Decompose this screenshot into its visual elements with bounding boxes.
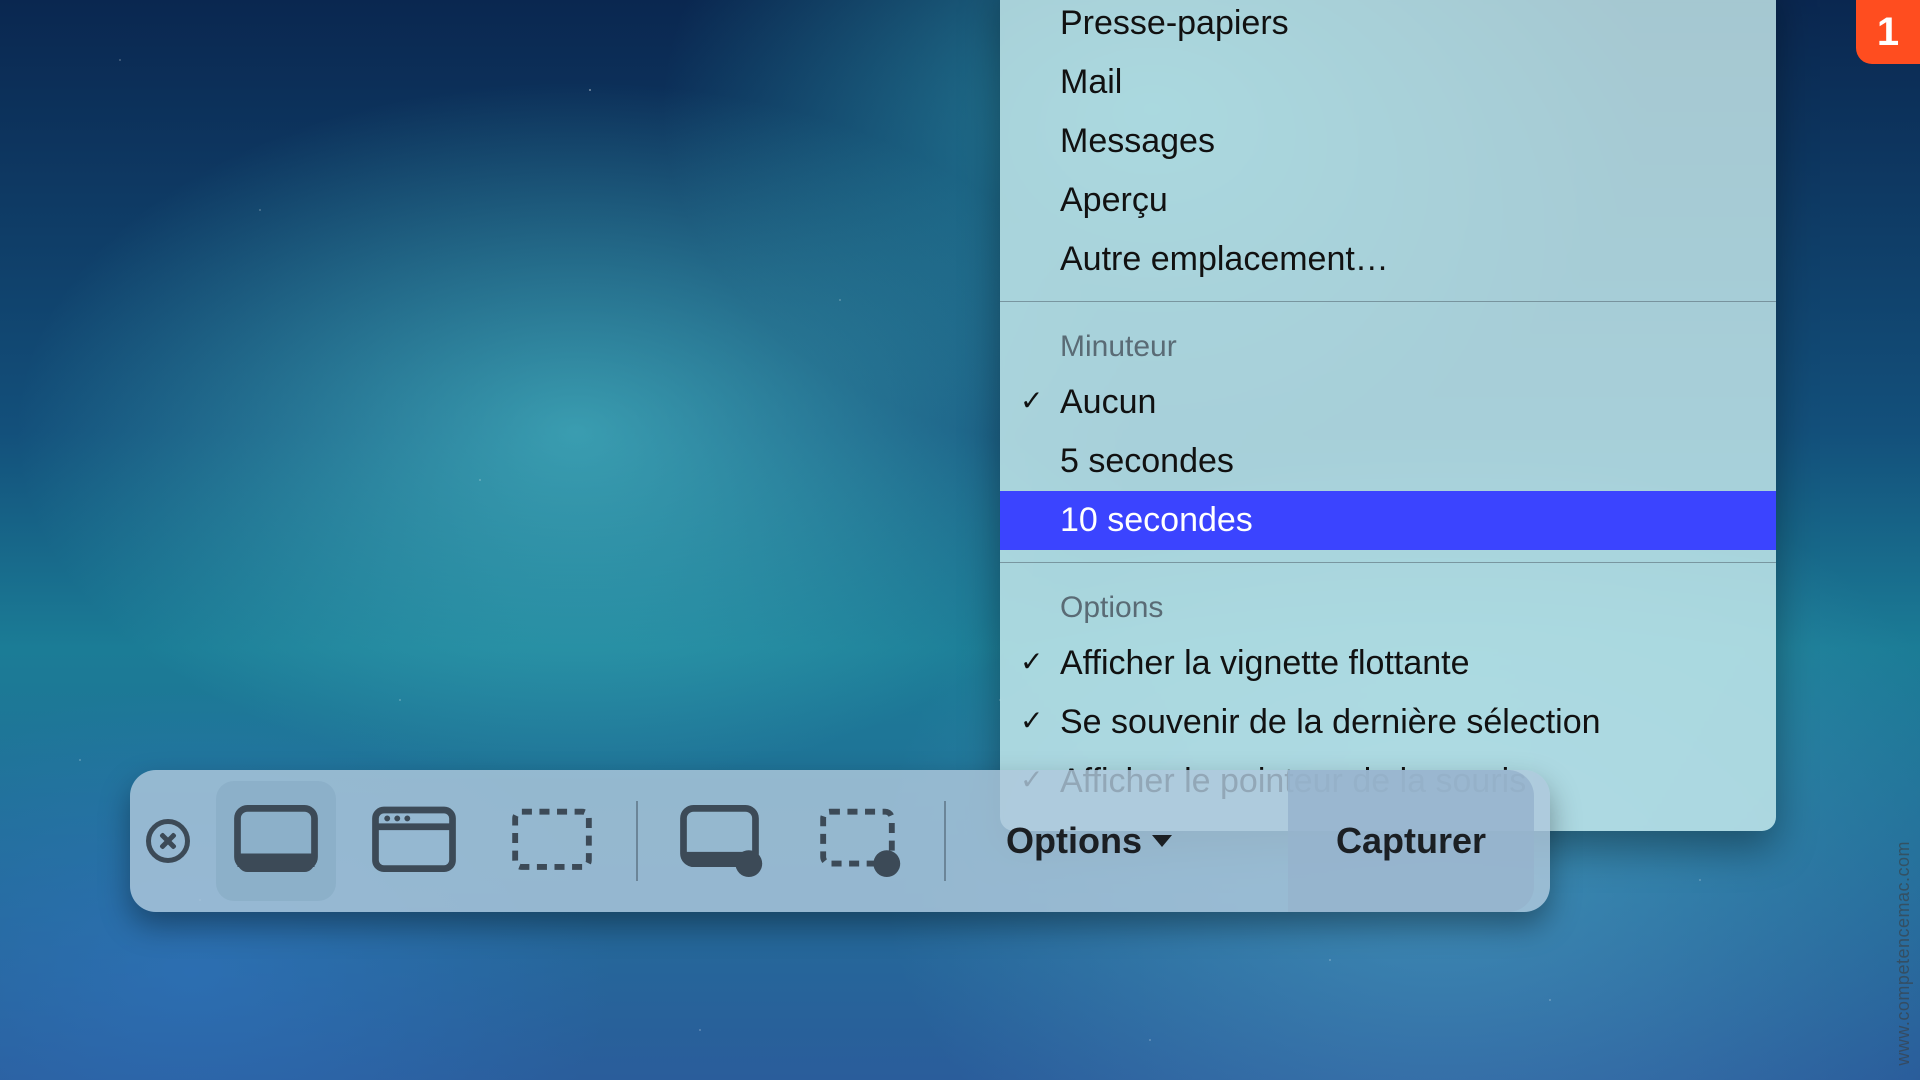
menu-item-mail[interactable]: Mail (1000, 53, 1776, 112)
capture-button-label: Capturer (1336, 820, 1486, 862)
menu-item-label: Se souvenir de la dernière sélection (1060, 703, 1601, 741)
corner-number-badge: 1 (1856, 0, 1920, 64)
menu-item-timer-10s[interactable]: 10 secondes (1000, 491, 1776, 550)
menu-item-label: Aucun (1060, 383, 1156, 421)
capture-selection-button[interactable] (492, 781, 612, 901)
record-entire-screen-button[interactable] (662, 781, 782, 901)
menu-header-options: Options (1000, 575, 1776, 634)
capture-window-button[interactable] (354, 781, 474, 901)
menu-item-messages[interactable]: Messages (1000, 112, 1776, 171)
menu-divider (1000, 301, 1776, 302)
screen-record-icon (680, 805, 764, 877)
toolbar-separator (636, 801, 638, 881)
menu-item-preview[interactable]: Aperçu (1000, 171, 1776, 230)
menu-item-show-thumbnail[interactable]: ✓ Afficher la vignette flottante (1000, 634, 1776, 693)
menu-item-remember-selection[interactable]: ✓ Se souvenir de la dernière sélection (1000, 693, 1776, 752)
screenshot-toolbar: Options Capturer (130, 770, 1550, 912)
window-icon (372, 805, 456, 877)
menu-item-timer-5s[interactable]: 5 secondes (1000, 432, 1776, 491)
toolbar-separator (944, 801, 946, 881)
close-icon[interactable] (146, 819, 190, 863)
checkmark-icon: ✓ (1020, 379, 1043, 421)
menu-divider (1000, 562, 1776, 563)
menu-item-other-location[interactable]: Autre emplacement… (1000, 230, 1776, 289)
menu-item-label: Afficher la vignette flottante (1060, 644, 1470, 682)
record-selection-button[interactable] (800, 781, 920, 901)
screen-icon (234, 805, 318, 877)
menu-item-clipboard[interactable]: Presse-papiers (1000, 0, 1776, 53)
checkmark-icon: ✓ (1020, 699, 1043, 741)
chevron-down-icon (1152, 835, 1172, 847)
options-button-label: Options (1006, 820, 1142, 862)
watermark-text: www.competencemac.com (1893, 841, 1914, 1066)
menu-item-timer-none[interactable]: ✓ Aucun (1000, 373, 1776, 432)
capture-entire-screen-button[interactable] (216, 781, 336, 901)
capture-button[interactable]: Capturer (1288, 770, 1534, 912)
options-button[interactable]: Options (970, 770, 1208, 912)
menu-header-timer: Minuteur (1000, 314, 1776, 373)
selection-icon (510, 805, 594, 877)
options-dropdown-menu: Presse-papiers Mail Messages Aperçu Autr… (1000, 0, 1776, 831)
checkmark-icon: ✓ (1020, 640, 1043, 682)
selection-record-icon (818, 805, 902, 877)
